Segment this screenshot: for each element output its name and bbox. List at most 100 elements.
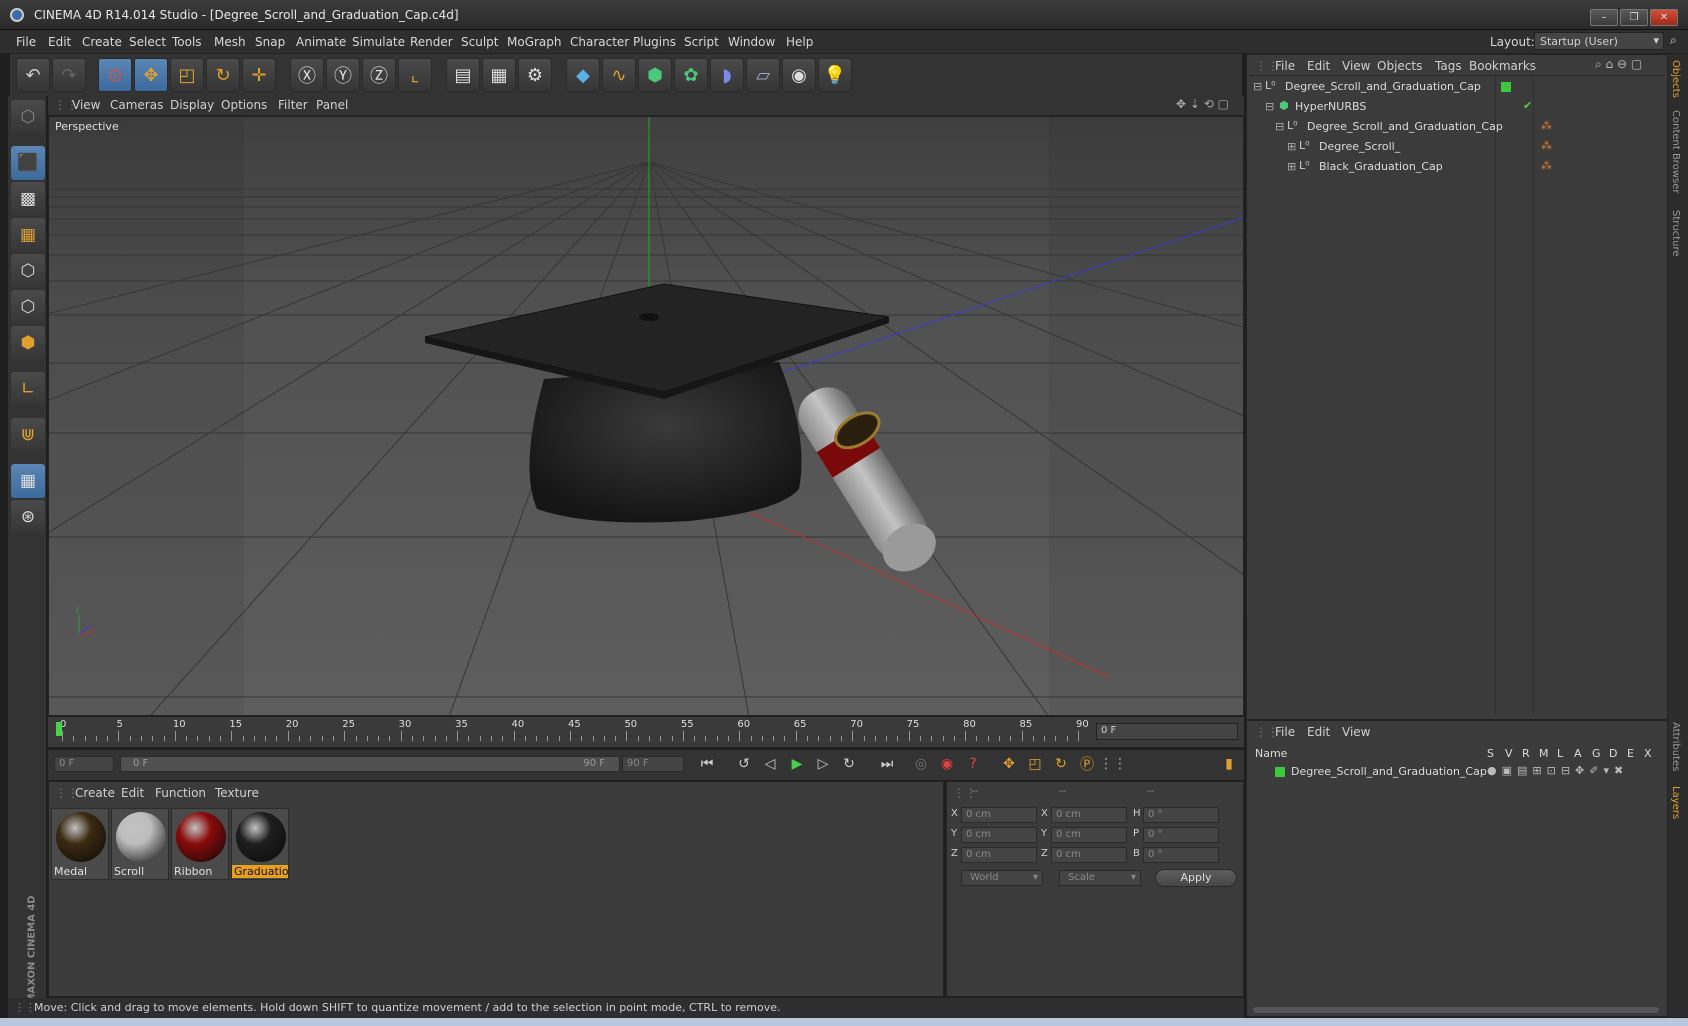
- z-axis-lock[interactable]: Ⓩ: [362, 58, 396, 92]
- layers-menu-file[interactable]: File: [1275, 725, 1295, 739]
- start-frame-field[interactable]: 0 F: [54, 756, 114, 772]
- menu-render[interactable]: Render: [410, 35, 453, 49]
- layout-select[interactable]: Startup (User) ▾: [1534, 32, 1664, 50]
- key-parameter-button[interactable]: Ⓟ: [1076, 753, 1098, 775]
- object-row[interactable]: ⊟ L⁰ Degree_Scroll_and_Graduation_Cap: [1249, 78, 1665, 96]
- key-scale-button[interactable]: ◰: [1024, 753, 1046, 775]
- tab-attributes[interactable]: Attributes: [1670, 722, 1681, 771]
- go-to-start-button[interactable]: ⏮: [696, 753, 718, 775]
- planar-workplane-button[interactable]: ⊛: [11, 500, 45, 534]
- enabled-check-icon[interactable]: ✔: [1523, 99, 1532, 112]
- end-frame-field[interactable]: 90 F: [622, 756, 684, 772]
- size-x-field[interactable]: 0 cm: [1051, 807, 1127, 823]
- minimize-button[interactable]: –: [1590, 9, 1618, 26]
- material-menu-function[interactable]: Function: [155, 786, 206, 800]
- material-menu-texture[interactable]: Texture: [215, 786, 259, 800]
- axis-mode-button[interactable]: ∟: [11, 372, 45, 406]
- texture-mode-button[interactable]: ▩: [11, 182, 45, 216]
- timeline-ruler[interactable]: 0 5 10 15 20 25 30 35 40 45 50 55 60 65 70 75 80 85 90 0 F: [48, 717, 1244, 747]
- key-pla-button[interactable]: ⋮⋮: [1099, 753, 1127, 775]
- menu-simulate[interactable]: Simulate: [352, 35, 405, 49]
- keyframe-selection-button[interactable]: ?: [962, 753, 984, 775]
- frame-range-slider[interactable]: 0 F 90 F: [120, 756, 620, 772]
- floor-button[interactable]: ▱: [746, 58, 780, 92]
- menu-edit[interactable]: Edit: [48, 35, 71, 49]
- spline-button[interactable]: ∿: [602, 58, 636, 92]
- viewport-nav-icons[interactable]: ✥ ⇣ ⟲ ▢: [1176, 97, 1229, 111]
- tab-objects[interactable]: Objects: [1670, 60, 1681, 98]
- material-menu-create[interactable]: Create: [75, 786, 115, 800]
- material-menu-edit[interactable]: Edit: [121, 786, 144, 800]
- timeline-window-button[interactable]: ▮: [1218, 753, 1240, 775]
- viewport-menu-panel[interactable]: Panel: [316, 98, 348, 112]
- viewport-menu-view[interactable]: View: [72, 98, 100, 112]
- menu-script[interactable]: Script: [684, 35, 719, 49]
- light-button[interactable]: 💡: [818, 58, 852, 92]
- menu-select[interactable]: Select: [129, 35, 166, 49]
- points-mode-button[interactable]: ⬡: [11, 254, 45, 288]
- object-row[interactable]: ⊞ L⁰ Black_Graduation_Cap ⁂: [1249, 158, 1665, 176]
- current-frame-field[interactable]: 0 F: [1096, 723, 1238, 740]
- y-axis-lock[interactable]: Ⓨ: [326, 58, 360, 92]
- camera-button[interactable]: ◉: [782, 58, 816, 92]
- size-y-field[interactable]: 0 cm: [1051, 827, 1127, 843]
- object-row[interactable]: ⊟ ⬢ HyperNURBS ✔: [1249, 98, 1665, 116]
- objects-menu-objects[interactable]: Objects: [1377, 59, 1422, 73]
- menu-window[interactable]: Window: [728, 35, 775, 49]
- viewport-camera-label[interactable]: Perspective: [51, 119, 123, 134]
- menu-tools[interactable]: Tools: [172, 35, 202, 49]
- render-picture-viewer-button[interactable]: ▦: [482, 58, 516, 92]
- undo-button[interactable]: ↶: [16, 58, 50, 92]
- expand-icon[interactable]: ⊟: [1253, 80, 1262, 93]
- key-position-button[interactable]: ✥: [998, 753, 1020, 775]
- cube-object-button[interactable]: ◆: [566, 58, 600, 92]
- rotation-p-field[interactable]: 0 °: [1143, 827, 1219, 843]
- coordinate-space-select[interactable]: World ▾: [961, 870, 1043, 886]
- nurbs-button[interactable]: ⬢: [638, 58, 672, 92]
- viewport-menu-options[interactable]: Options: [221, 98, 267, 112]
- render-view-button[interactable]: ▤: [446, 58, 480, 92]
- layers-horizontal-scrollbar[interactable]: [1253, 1007, 1659, 1013]
- layer-toggles-icon[interactable]: ●▣▤⊞⊡⊟✥✐▾✖: [1487, 764, 1628, 777]
- redo-button[interactable]: ↷: [52, 58, 86, 92]
- menu-snap[interactable]: Snap: [255, 35, 285, 49]
- menu-mograph[interactable]: MoGraph: [507, 35, 562, 49]
- array-button[interactable]: ✿: [674, 58, 708, 92]
- menu-character[interactable]: Character: [570, 35, 629, 49]
- expand-icon[interactable]: ⊞: [1287, 140, 1296, 153]
- objects-menu-view[interactable]: View: [1342, 59, 1370, 73]
- menu-animate[interactable]: Animate: [296, 35, 346, 49]
- go-to-next-key-button[interactable]: ↻: [838, 753, 860, 775]
- material-graduation[interactable]: Graduation: [231, 808, 289, 880]
- position-z-field[interactable]: 0 cm: [961, 847, 1037, 863]
- objects-search-icon[interactable]: ⌕ ⌂ ⊖ ▢: [1595, 57, 1642, 72]
- objects-menu-edit[interactable]: Edit: [1307, 59, 1330, 73]
- menu-file[interactable]: File: [16, 35, 36, 49]
- objects-menu-tags[interactable]: Tags: [1435, 59, 1462, 73]
- viewport-menu-cameras[interactable]: Cameras: [110, 98, 163, 112]
- viewport-menu-filter[interactable]: Filter: [278, 98, 308, 112]
- deformer-button[interactable]: ◗: [710, 58, 744, 92]
- perspective-viewport[interactable]: Y Perspective: [48, 116, 1244, 716]
- menu-plugins[interactable]: Plugins: [633, 35, 676, 49]
- menu-help[interactable]: Help: [786, 35, 813, 49]
- material-scroll[interactable]: Scroll: [111, 808, 169, 880]
- scale-tool[interactable]: ◰: [170, 58, 204, 92]
- previous-frame-button[interactable]: ◁: [759, 753, 781, 775]
- workplane-lock-button[interactable]: ▦: [11, 464, 45, 498]
- go-to-previous-key-button[interactable]: ↺: [733, 753, 755, 775]
- size-z-field[interactable]: 0 cm: [1051, 847, 1127, 863]
- live-selection-tool[interactable]: ⊙: [98, 58, 132, 92]
- apply-button[interactable]: Apply: [1155, 869, 1237, 887]
- tab-layers[interactable]: Layers: [1670, 786, 1681, 819]
- menu-sculpt[interactable]: Sculpt: [461, 35, 498, 49]
- menu-create[interactable]: Create: [82, 35, 122, 49]
- coordinate-system-button[interactable]: ⌞: [398, 58, 432, 92]
- record-keys-button[interactable]: ◎: [910, 753, 932, 775]
- material-medal[interactable]: Medal: [51, 808, 109, 880]
- rotation-b-field[interactable]: 0 °: [1143, 847, 1219, 863]
- search-icon[interactable]: ⌕: [1670, 33, 1677, 48]
- expand-icon[interactable]: ⊟: [1275, 120, 1284, 133]
- next-frame-button[interactable]: ▷: [812, 753, 834, 775]
- workplane-mode-button[interactable]: ▦: [11, 218, 45, 252]
